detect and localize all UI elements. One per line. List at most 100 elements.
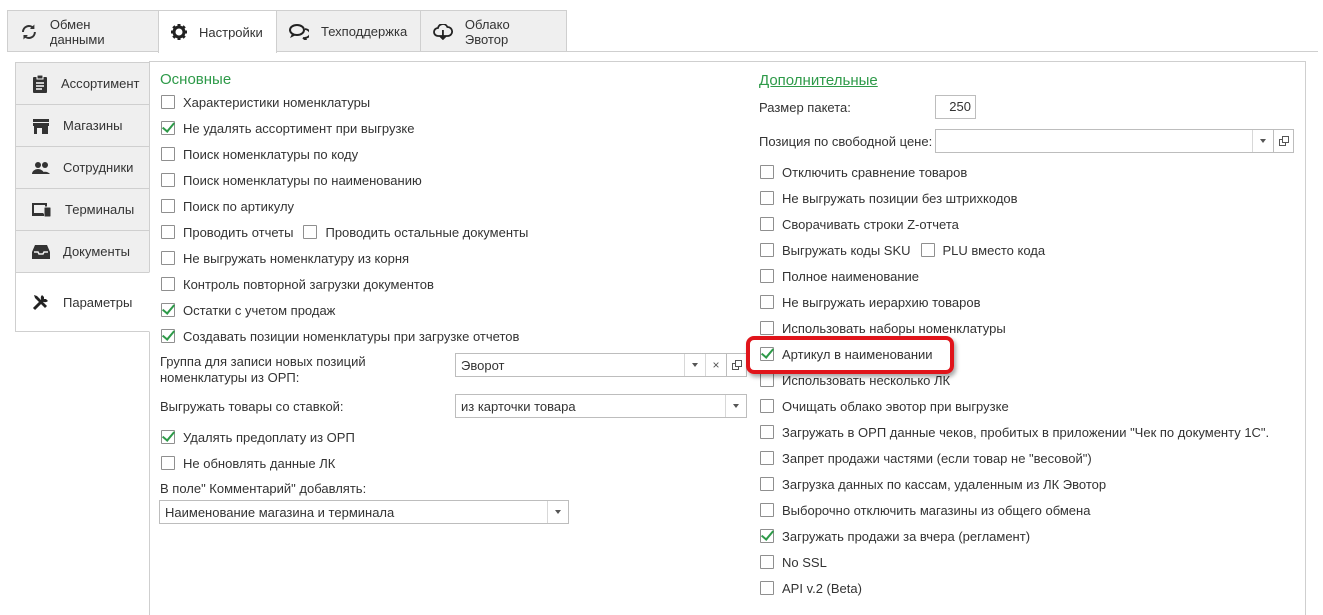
checkbox-label: Выборочно отключить магазины из общего о… bbox=[782, 502, 1091, 518]
checkbox-row[interactable]: Не выгружать иерархию товаров bbox=[760, 293, 981, 311]
dropdown-button[interactable] bbox=[684, 354, 705, 376]
free-price-label: Позиция по свободной цене: bbox=[759, 134, 933, 149]
checkbox[interactable] bbox=[760, 399, 774, 413]
tab-settings[interactable]: Настройки bbox=[158, 10, 277, 53]
clear-button[interactable]: × bbox=[705, 354, 726, 376]
devices-icon bbox=[32, 202, 52, 217]
checkbox[interactable] bbox=[760, 451, 774, 465]
checkbox[interactable] bbox=[161, 199, 175, 213]
checkbox-label: Проводить отчеты bbox=[183, 224, 294, 240]
checkbox-label: Загружать в ОРП данные чеков, пробитых в… bbox=[782, 424, 1270, 440]
checkbox[interactable] bbox=[760, 581, 774, 595]
checkbox-label: Сворачивать строки Z-отчета bbox=[782, 216, 959, 232]
group-label-line1: Группа для записи новых позиций bbox=[160, 354, 366, 369]
checkbox-row[interactable]: Выгружать коды SKU PLU вместо кода bbox=[760, 241, 1045, 259]
checkbox[interactable] bbox=[760, 269, 774, 283]
checkbox[interactable] bbox=[760, 295, 774, 309]
side-tab-documents[interactable]: Документы bbox=[15, 230, 150, 273]
group-select[interactable]: Эворот × bbox=[455, 353, 727, 377]
checkbox-row[interactable]: Создавать позиции номенклатуры при загру… bbox=[161, 327, 519, 345]
checkbox-row[interactable]: Отключить сравнение товаров bbox=[760, 163, 967, 181]
checkbox[interactable] bbox=[760, 477, 774, 491]
checkbox-label: Не обновлять данные ЛК bbox=[183, 455, 336, 471]
checkbox-row[interactable]: Загружать в ОРП данные чеков, пробитых в… bbox=[760, 423, 1269, 441]
checkbox-row[interactable]: Не удалять ассортимент при выгрузке bbox=[161, 119, 415, 137]
checkbox[interactable] bbox=[161, 225, 175, 239]
inbox-icon bbox=[32, 244, 50, 259]
checkbox[interactable] bbox=[161, 456, 175, 470]
checkbox-row[interactable]: Поиск номенклатуры по наименованию bbox=[161, 171, 422, 189]
checkbox[interactable] bbox=[161, 121, 175, 135]
side-tab-label: Магазины bbox=[63, 118, 123, 133]
side-tab-terminals[interactable]: Терминалы bbox=[15, 188, 150, 231]
checkbox-row[interactable]: Использовать наборы номенклатуры bbox=[760, 319, 1006, 337]
side-tab-stores[interactable]: Магазины bbox=[15, 104, 150, 147]
checkbox[interactable] bbox=[760, 165, 774, 179]
checkbox-plu[interactable] bbox=[920, 243, 935, 257]
checkbox[interactable] bbox=[760, 529, 774, 543]
tab-label: Облако Эвотор bbox=[464, 16, 510, 47]
checkbox-row[interactable]: API v.2 (Beta) bbox=[760, 579, 862, 597]
side-tabbar: Ассортимент Магазины Сотрудники Терминал… bbox=[15, 62, 150, 332]
checkbox-row[interactable]: Запрет продажи частями (если товар не "в… bbox=[760, 449, 1092, 467]
rate-select[interactable]: из карточки товара bbox=[455, 394, 747, 418]
checkbox-label: Выгружать коды SKU bbox=[782, 242, 911, 258]
checkbox[interactable] bbox=[760, 373, 774, 387]
checkbox-row[interactable]: Загрузка данных по кассам, удаленным из … bbox=[760, 475, 1106, 493]
checkbox[interactable] bbox=[161, 430, 175, 444]
section-title-additional[interactable]: Дополнительные bbox=[759, 72, 878, 89]
dropdown-button[interactable] bbox=[1252, 130, 1273, 152]
checkbox-row[interactable]: Характеристики номенклатуры bbox=[161, 93, 370, 111]
checkbox[interactable] bbox=[760, 503, 774, 517]
checkbox[interactable] bbox=[760, 321, 774, 335]
checkbox-row[interactable]: Контроль повторной загрузки документов bbox=[161, 275, 434, 293]
checkbox[interactable] bbox=[161, 329, 175, 343]
checkbox-row[interactable]: Очищать облако эвотор при выгрузке bbox=[760, 397, 1009, 415]
packet-size-input[interactable]: 250 bbox=[935, 95, 976, 119]
open-button[interactable] bbox=[726, 353, 747, 377]
checkbox-row[interactable]: Остатки с учетом продаж bbox=[161, 301, 335, 319]
checkbox-row[interactable]: Загружать продажи за вчера (регламент) bbox=[760, 527, 1030, 545]
checkbox-row[interactable]: Сворачивать строки Z-отчета bbox=[760, 215, 959, 233]
checkbox[interactable] bbox=[161, 147, 175, 161]
checkbox[interactable] bbox=[161, 173, 175, 187]
checkbox-row[interactable]: Не выгружать номенклатуру из корня bbox=[161, 249, 409, 267]
checkbox[interactable] bbox=[161, 95, 175, 109]
open-icon bbox=[731, 360, 742, 370]
checkbox-other-docs[interactable] bbox=[303, 225, 318, 239]
checkbox-row[interactable]: Полное наименование bbox=[760, 267, 919, 285]
open-button[interactable] bbox=[1273, 129, 1294, 153]
checkbox[interactable] bbox=[161, 303, 175, 317]
dropdown-button[interactable] bbox=[547, 501, 568, 523]
side-tab-employees[interactable]: Сотрудники bbox=[15, 146, 150, 189]
checkbox[interactable] bbox=[760, 191, 774, 205]
tab-support[interactable]: Техподдержка bbox=[276, 10, 421, 52]
checkbox[interactable] bbox=[161, 277, 175, 291]
checkbox-row[interactable]: Выборочно отключить магазины из общего о… bbox=[760, 501, 1090, 519]
cloud-icon bbox=[433, 23, 453, 40]
checkbox[interactable] bbox=[760, 243, 774, 257]
checkbox-label: No SSL bbox=[782, 554, 827, 570]
checkbox[interactable] bbox=[760, 217, 774, 231]
comment-select[interactable]: Наименование магазина и терминала bbox=[159, 500, 569, 524]
free-price-select[interactable] bbox=[935, 129, 1274, 153]
checkbox[interactable] bbox=[161, 251, 175, 265]
rate-label: Выгружать товары со ставкой: bbox=[160, 399, 344, 414]
checkbox-row[interactable]: Проводить отчеты Проводить остальные доку… bbox=[161, 223, 528, 241]
tab-data-exchange[interactable]: Обмен данными bbox=[7, 10, 159, 52]
checkbox-row[interactable]: No SSL bbox=[760, 553, 827, 571]
checkbox-row[interactable]: Поиск номенклатуры по коду bbox=[161, 145, 358, 163]
side-tab-assortment[interactable]: Ассортимент bbox=[15, 62, 150, 105]
checkbox-label: API v.2 (Beta) bbox=[782, 580, 862, 596]
checkbox[interactable] bbox=[760, 555, 774, 569]
checkbox-row[interactable]: Не выгружать позиции без штрихкодов bbox=[760, 189, 1018, 207]
checkbox-row[interactable]: Удалять предоплату из ОРП bbox=[161, 428, 355, 446]
tab-evotor-cloud[interactable]: Облако Эвотор bbox=[420, 10, 567, 52]
checkbox-row[interactable]: Поиск по артикулу bbox=[161, 197, 294, 215]
dropdown-button[interactable] bbox=[725, 395, 746, 417]
store-icon bbox=[33, 118, 49, 134]
side-tab-parameters[interactable]: Параметры bbox=[15, 272, 150, 332]
checkbox-row[interactable]: Не обновлять данные ЛК bbox=[161, 454, 335, 472]
checkbox[interactable] bbox=[760, 425, 774, 439]
section-title-main: Основные bbox=[160, 71, 232, 88]
